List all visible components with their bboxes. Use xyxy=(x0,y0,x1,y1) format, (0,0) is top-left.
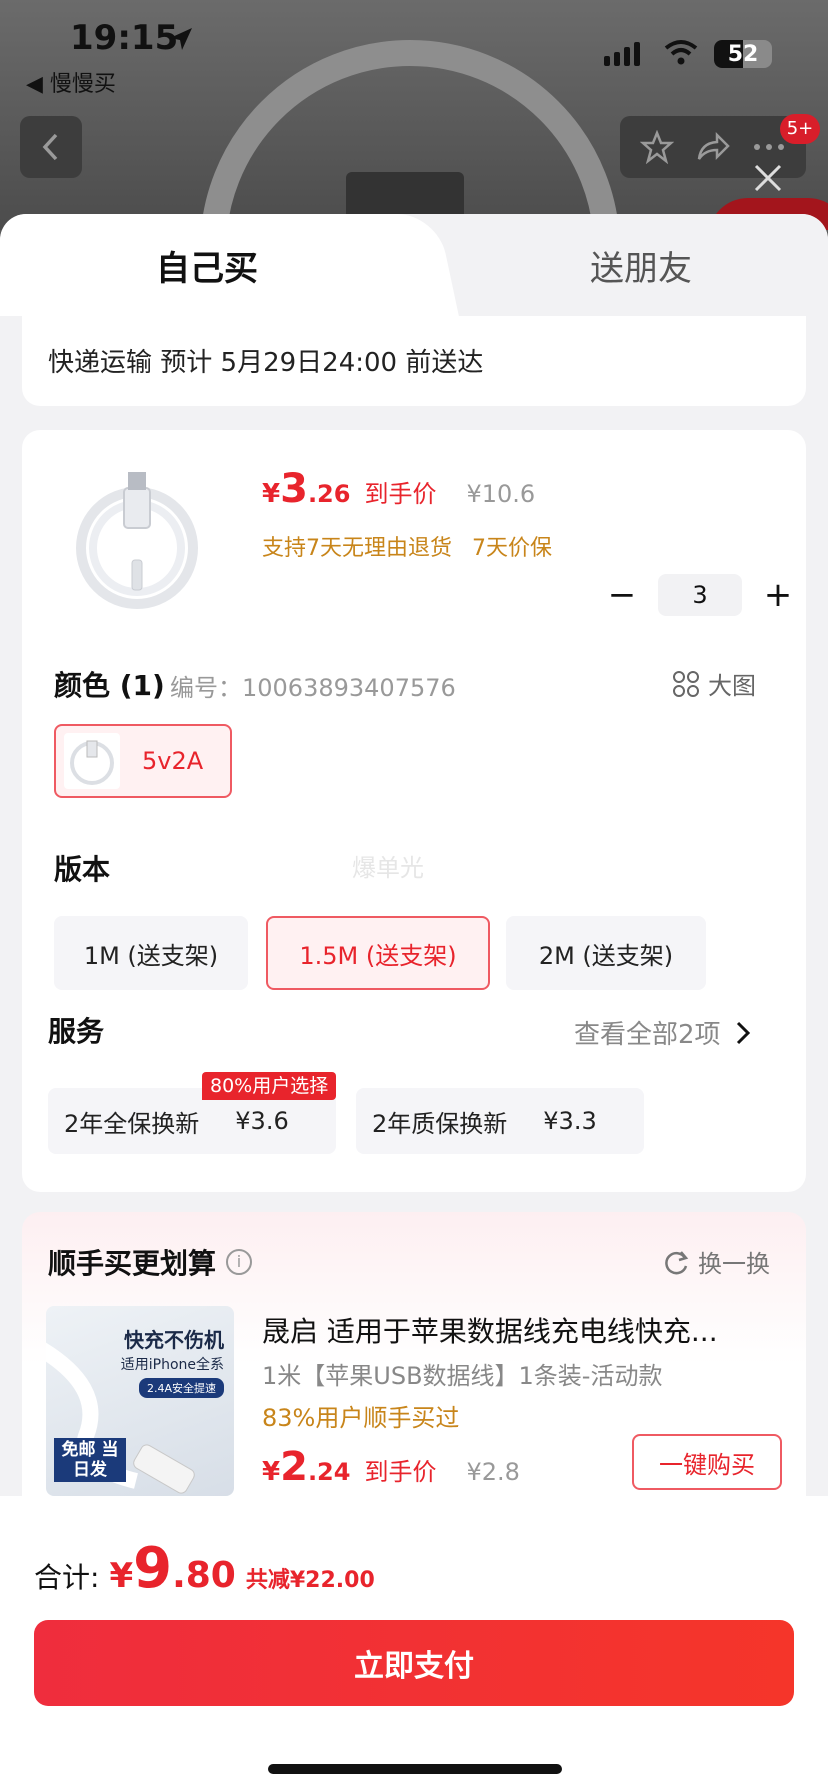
color-section-title: 颜色 (1) xyxy=(54,669,165,702)
back-to-app-link[interactable]: ◀ 慢慢买 xyxy=(26,66,116,98)
background-product-page: 19:15 ◀ 慢慢买 52 5+ xyxy=(0,0,828,230)
delivery-card: 快递运输 预计 5月29日24:00 前送达 xyxy=(22,316,806,406)
color-option-5v2a[interactable]: 5v2A xyxy=(54,724,232,798)
close-icon[interactable] xyxy=(752,162,784,194)
increase-quantity-button[interactable]: + xyxy=(758,575,798,615)
thumb-subline: 适用iPhone全系 xyxy=(120,1357,224,1373)
price-currency: ¥ xyxy=(262,479,281,509)
info-icon[interactable]: i xyxy=(226,1249,253,1275)
service-name: 2年质保换新 xyxy=(372,1109,508,1138)
product-thumbnail xyxy=(62,468,212,618)
purchase-tabs: 自己买 送朋友 xyxy=(0,214,828,316)
add-on-product-spec: 1米【苹果USB数据线】1条装-活动款 xyxy=(262,1362,663,1390)
chevron-right-icon xyxy=(736,1021,750,1044)
add-on-buyer-rate: 83%用户顺手买过 xyxy=(262,1404,460,1432)
total-integer: 9 xyxy=(133,1536,173,1601)
share-icon[interactable] xyxy=(695,131,731,163)
total-discount: 共减¥22.00 xyxy=(245,1568,375,1593)
view-all-services-link[interactable]: 查看全部2项 xyxy=(574,1014,751,1051)
big-picture-toggle[interactable]: 大图 xyxy=(672,666,756,701)
price-protection: 7天价保 xyxy=(472,536,552,561)
add-on-price-row: ¥ 2 .24 到手价 ¥2.8 xyxy=(262,1444,520,1490)
service-section-title: 服务 xyxy=(48,1015,105,1048)
star-icon[interactable] xyxy=(640,130,675,164)
color-option-label: 5v2A xyxy=(142,747,204,775)
battery-icon: 52 xyxy=(714,40,772,68)
return-policy: 支持7天无理由退货 xyxy=(262,536,452,561)
chevron-left-icon xyxy=(42,133,58,161)
add-on-product-name[interactable]: 晟启 适用于苹果数据线充电线快充... xyxy=(262,1310,782,1350)
version-option-1-5m[interactable]: 1.5M (送支架) xyxy=(266,916,490,990)
add-on-product-image[interactable]: 快充不伤机 适用iPhone全系 2.4A安全提速 免邮 当日发 xyxy=(46,1306,234,1496)
home-indicator[interactable] xyxy=(268,1764,562,1774)
wifi-icon xyxy=(664,40,698,65)
free-shipping-stamp: 免邮 当日发 xyxy=(54,1438,126,1482)
signal-icon xyxy=(604,42,640,66)
checkout-footer: 合计: ¥ 9 .80 共减¥22.00 立即支付 xyxy=(0,1496,828,1792)
status-time: 19:15 xyxy=(70,18,179,58)
sku-code: 编号：10063893407576 xyxy=(170,674,456,702)
price-row: ¥ 3 .26 到手价 ¥10.6 xyxy=(262,466,535,512)
total-label: 合计: xyxy=(34,1561,100,1594)
tab-self-buy[interactable]: 自己买 xyxy=(0,214,414,316)
view-all-label: 查看全部2项 xyxy=(574,1020,721,1050)
total-currency: ¥ xyxy=(109,1556,134,1596)
message-badge: 5+ xyxy=(780,114,820,144)
refresh-icon xyxy=(665,1250,689,1274)
add-on-price-decimal: .24 xyxy=(307,1458,351,1486)
quantity-stepper: − 3 + xyxy=(602,574,798,616)
version-section-title: 版本 xyxy=(54,853,111,886)
service-promises: 支持7天无理由退货 7天价保 xyxy=(262,530,552,562)
service-price: ¥3.3 xyxy=(543,1107,597,1135)
delivery-estimate: 快递运输 预计 5月29日24:00 前送达 xyxy=(48,348,484,378)
grid-icon xyxy=(673,670,699,697)
tab-gift-friend[interactable]: 送朋友 xyxy=(414,214,828,316)
total-row: 合计: ¥ 9 .80 共减¥22.00 xyxy=(34,1536,375,1601)
add-on-title: 顺手买更划算 i xyxy=(48,1242,253,1282)
price-decimal: .26 xyxy=(307,480,351,508)
add-on-final-price-label: 到手价 xyxy=(364,1458,437,1486)
price-integer: 3 xyxy=(280,466,308,512)
decrease-quantity-button[interactable]: − xyxy=(602,575,642,615)
service-option-warranty-replace[interactable]: 2年质保换新 ¥3.3 xyxy=(356,1088,644,1154)
swap-label: 换一换 xyxy=(698,1250,770,1278)
service-price: ¥3.6 xyxy=(235,1107,289,1135)
pay-now-button[interactable]: 立即支付 xyxy=(34,1620,794,1706)
add-on-title-text: 顺手买更划算 xyxy=(48,1247,217,1280)
thumb-tag: 2.4A安全提速 xyxy=(138,1378,224,1398)
service-name: 2年全保换新 xyxy=(64,1109,200,1138)
version-option-1m[interactable]: 1M (送支架) xyxy=(54,916,248,990)
one-click-buy-button[interactable]: 一键购买 xyxy=(632,1434,782,1490)
quantity-input[interactable]: 3 xyxy=(658,574,742,616)
location-arrow-icon xyxy=(170,28,192,50)
more-icon[interactable] xyxy=(752,142,786,152)
back-button[interactable] xyxy=(20,116,82,178)
watermark: 爆单光 xyxy=(352,854,424,882)
original-price: ¥10.6 xyxy=(466,480,536,508)
battery-level: 52 xyxy=(727,42,759,67)
version-option-2m[interactable]: 2M (送支架) xyxy=(506,916,706,990)
thumb-headline: 快充不伤机 xyxy=(124,1328,224,1352)
swap-button[interactable]: 换一换 xyxy=(662,1244,770,1279)
color-option-thumbnail xyxy=(64,733,120,789)
add-on-price-integer: 2 xyxy=(280,1444,308,1490)
final-price-label: 到手价 xyxy=(364,480,437,508)
popular-choice-tag: 80%用户选择 xyxy=(202,1072,337,1100)
add-on-price-currency: ¥ xyxy=(262,1457,281,1487)
total-decimal: .80 xyxy=(172,1555,236,1596)
product-card: ¥ 3 .26 到手价 ¥10.6 支持7天无理由退货 7天价保 − 3 + 颜… xyxy=(22,430,806,1192)
big-picture-label: 大图 xyxy=(708,672,756,700)
add-on-original-price: ¥2.8 xyxy=(466,1458,520,1486)
